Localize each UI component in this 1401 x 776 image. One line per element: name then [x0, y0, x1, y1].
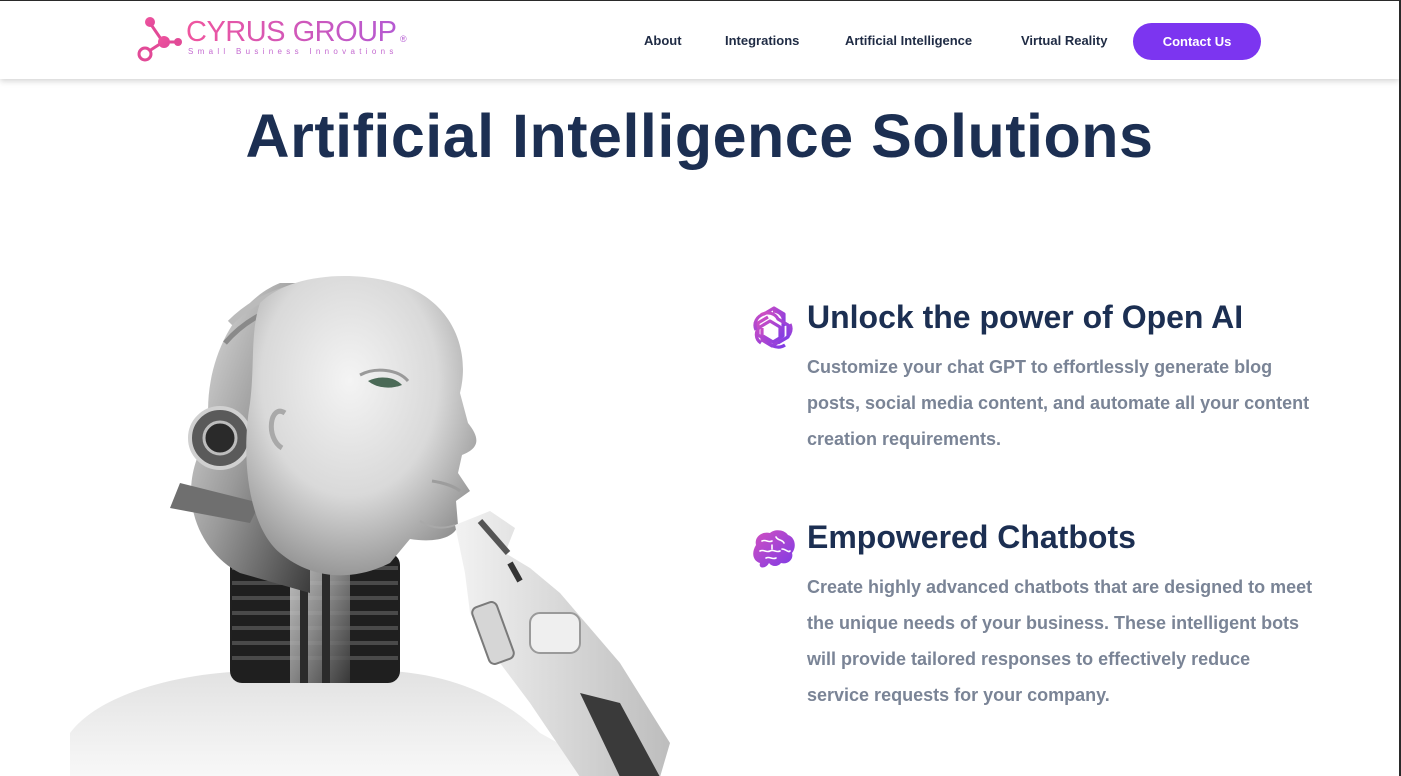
- brand-name: CYRUS GROUP: [186, 16, 397, 48]
- nav-item-virtual-reality[interactable]: Virtual Reality: [1021, 33, 1107, 48]
- page-title: Artificial Intelligence Solutions: [245, 102, 1154, 170]
- feature-title: Empowered Chatbots: [807, 519, 1136, 555]
- brand-logo[interactable]: CYRUS GROUP ® Small Business Innovations: [136, 15, 416, 65]
- feature-title: Unlock the power of Open AI: [807, 299, 1244, 335]
- nav-item-artificial-intelligence[interactable]: Artificial Intelligence: [845, 33, 972, 48]
- molecule-logo-icon: [137, 17, 182, 62]
- robot-thinking-illustration: [70, 276, 670, 776]
- nav-item-about[interactable]: About: [644, 33, 682, 48]
- brand-tagline: Small Business Innovations: [188, 47, 398, 56]
- contact-us-button[interactable]: Contact Us: [1133, 23, 1261, 60]
- feature-description: Create highly advanced chatbots that are…: [807, 577, 1313, 705]
- feature-description: Customize your chat GPT to effortlessly …: [807, 357, 1310, 449]
- site-header: CYRUS GROUP ® Small Business Innovations…: [0, 1, 1399, 79]
- page: CYRUS GROUP ® Small Business Innovations…: [0, 0, 1401, 776]
- nav-item-integrations[interactable]: Integrations: [725, 33, 799, 48]
- brain-icon: [753, 530, 795, 568]
- registered-mark: ®: [400, 34, 407, 44]
- openai-icon: [753, 306, 793, 349]
